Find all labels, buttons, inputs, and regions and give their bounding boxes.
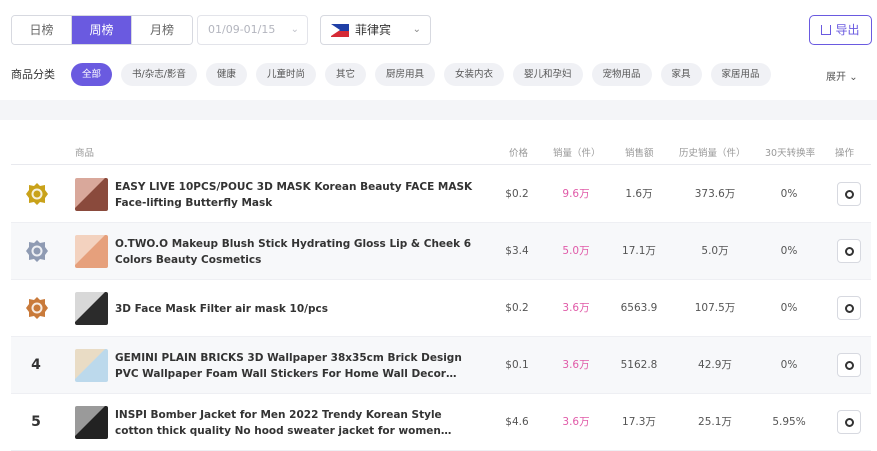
category-pet[interactable]: 宠物用品	[591, 63, 652, 86]
date-range-value: 01/09-01/15	[208, 23, 276, 36]
export-label: 导出	[835, 23, 860, 37]
revenue-cell: 5162.8	[620, 359, 658, 371]
table-row: 3D Face Mask Filter air mask 10/pcs $0.2…	[11, 280, 871, 337]
category-list: 全部 书/杂志/影音 健康 儿童时尚 其它 厨房用具 女装内衣 婴儿和孕妇 宠物…	[71, 63, 771, 86]
category-health[interactable]: 健康	[205, 63, 247, 86]
expand-toggle[interactable]: 展开 ⌄	[826, 68, 858, 83]
export-button[interactable]: 导出	[809, 15, 872, 45]
search-icon	[845, 361, 854, 370]
revenue-cell: 6563.9	[620, 302, 658, 314]
revenue-cell: 17.1万	[622, 245, 656, 257]
product-name[interactable]: 3D Face Mask Filter air mask 10/pcs	[115, 280, 475, 337]
country-select[interactable]: 菲律宾 ⌄	[320, 15, 431, 45]
chevron-down-icon: ⌄	[290, 24, 299, 35]
export-icon	[821, 25, 832, 35]
view-detail-button[interactable]	[837, 353, 861, 377]
date-range-select[interactable]: 01/09-01/15 ⌄	[197, 15, 308, 45]
history-sales-cell: 25.1万	[698, 416, 732, 428]
product-name[interactable]: EASY LIVE 10PCS/POUC 3D MASK Korean Beau…	[115, 166, 475, 223]
price-cell: $3.4	[505, 245, 529, 257]
gold-medal-icon	[26, 183, 48, 205]
product-thumbnail[interactable]	[75, 292, 108, 325]
tab-daily[interactable]: 日榜	[12, 16, 72, 44]
header-price: 价格	[509, 148, 529, 159]
product-thumbnail[interactable]	[75, 406, 108, 439]
header-product: 商品	[75, 148, 95, 159]
category-label: 商品分类	[11, 68, 55, 81]
section-divider	[0, 100, 877, 120]
sales-cell: 3.6万	[562, 359, 590, 371]
rank-number: 4	[31, 357, 41, 373]
chevron-down-icon: ⌄	[849, 72, 858, 83]
view-detail-button[interactable]	[837, 410, 861, 434]
product-name[interactable]: GEMINI PLAIN BRICKS 3D Wallpaper 38x35cm…	[115, 337, 475, 394]
category-books[interactable]: 书/杂志/影音	[121, 63, 197, 86]
sales-cell: 3.6万	[562, 302, 590, 314]
price-cell: $0.2	[505, 302, 529, 314]
sales-cell: 3.6万	[562, 416, 590, 428]
product-thumbnail[interactable]	[75, 349, 108, 382]
header-revenue: 销售额	[625, 148, 654, 159]
category-furniture[interactable]: 家具	[660, 63, 702, 86]
revenue-cell: 1.6万	[625, 188, 653, 200]
header-sales: 销量（件）	[553, 148, 601, 159]
category-baby-maternity[interactable]: 婴儿和孕妇	[513, 63, 583, 86]
product-thumbnail[interactable]	[75, 178, 108, 211]
sales-cell: 5.0万	[562, 245, 590, 257]
header-history-sales: 历史销量（件）	[679, 148, 746, 159]
history-sales-cell: 42.9万	[698, 359, 732, 371]
price-cell: $0.2	[505, 188, 529, 200]
category-other[interactable]: 其它	[324, 63, 366, 86]
search-icon	[845, 190, 854, 199]
search-icon	[845, 418, 854, 427]
sales-cell: 9.6万	[562, 188, 590, 200]
country-label: 菲律宾	[355, 23, 392, 37]
price-cell: $0.1	[505, 359, 529, 371]
product-thumbnail[interactable]	[75, 235, 108, 268]
conversion-cell: 5.95%	[772, 416, 806, 428]
search-icon	[845, 304, 854, 313]
history-sales-cell: 373.6万	[694, 188, 736, 200]
silver-medal-icon	[26, 240, 48, 262]
history-sales-cell: 107.5万	[694, 302, 736, 314]
table-row: EASY LIVE 10PCS/POUC 3D MASK Korean Beau…	[11, 166, 871, 223]
philippines-flag-icon	[331, 24, 349, 37]
chevron-down-icon: ⌄	[412, 24, 421, 35]
category-womens-underwear[interactable]: 女装内衣	[443, 63, 504, 86]
view-detail-button[interactable]	[837, 239, 861, 263]
tab-weekly[interactable]: 周榜	[72, 16, 132, 44]
history-sales-cell: 5.0万	[701, 245, 729, 257]
conversion-cell: 0%	[780, 302, 798, 314]
header-action: 操作	[835, 148, 855, 159]
search-icon	[845, 247, 854, 256]
revenue-cell: 17.3万	[622, 416, 656, 428]
product-name[interactable]: O.TWO.O Makeup Blush Stick Hydrating Glo…	[115, 223, 475, 280]
category-home[interactable]: 家居用品	[710, 63, 771, 86]
view-detail-button[interactable]	[837, 182, 861, 206]
header-conversion: 30天转换率	[765, 148, 816, 159]
category-all[interactable]: 全部	[71, 63, 113, 86]
price-cell: $4.6	[505, 416, 529, 428]
table-row: 5 INSPI Bomber Jacket for Men 2022 Trend…	[11, 394, 871, 451]
conversion-cell: 0%	[780, 245, 798, 257]
table-header: 商品 价格 销量（件） 销售额 历史销量（件） 30天转换率 操作	[11, 140, 871, 165]
table-row: O.TWO.O Makeup Blush Stick Hydrating Glo…	[11, 223, 871, 280]
conversion-cell: 0%	[780, 359, 798, 371]
table-row: 4 GEMINI PLAIN BRICKS 3D Wallpaper 38x35…	[11, 337, 871, 394]
expand-label: 展开	[826, 72, 846, 83]
rank-number: 5	[31, 414, 41, 430]
tab-monthly[interactable]: 月榜	[132, 16, 192, 44]
product-name[interactable]: INSPI Bomber Jacket for Men 2022 Trendy …	[115, 394, 475, 451]
view-detail-button[interactable]	[837, 296, 861, 320]
period-tabs: 日榜 周榜 月榜	[11, 15, 193, 45]
category-kids-fashion[interactable]: 儿童时尚	[255, 63, 316, 86]
bronze-medal-icon	[26, 297, 48, 319]
category-kitchen[interactable]: 厨房用具	[374, 63, 435, 86]
conversion-cell: 0%	[780, 188, 798, 200]
